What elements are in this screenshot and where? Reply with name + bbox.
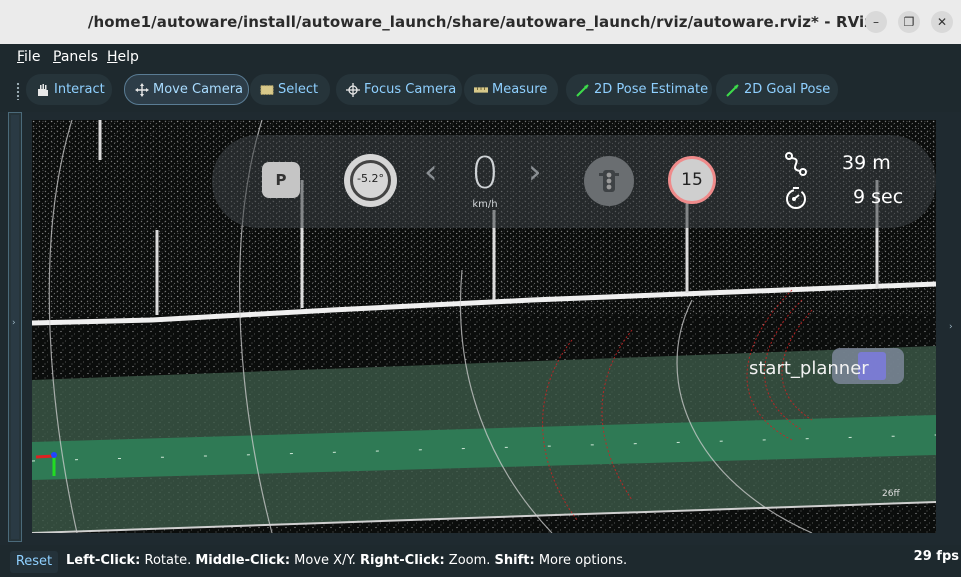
help-shift-text: More options.: [534, 553, 628, 568]
goal-arrow-icon: [726, 83, 740, 97]
steering-indicator: -5.2°: [344, 154, 397, 207]
menu-file-rest: ile: [24, 49, 41, 65]
route-distance-icon: [783, 151, 809, 177]
expand-left-icon: ›: [12, 318, 16, 328]
menu-panels[interactable]: Panels: [53, 49, 98, 65]
minimize-button[interactable]: –: [865, 11, 887, 33]
help-middle-click-text: Move X/Y.: [290, 553, 361, 568]
tool-measure[interactable]: Measure: [464, 74, 558, 105]
tool-2d-pose-estimate-label: 2D Pose Estimate: [594, 82, 709, 97]
menu-panels-accel: P: [53, 49, 61, 65]
remaining-time: 9 sec: [853, 186, 904, 208]
turn-left-icon: ‹: [424, 152, 438, 192]
menu-file-accel: F: [17, 49, 25, 65]
tool-bar: Interact Move Camera Select Focus Camera…: [0, 70, 961, 112]
close-button[interactable]: ✕: [931, 11, 953, 33]
tool-focus-camera[interactable]: Focus Camera: [336, 74, 462, 105]
help-middle-click-key: Middle-Click:: [195, 553, 291, 568]
reset-button[interactable]: Reset: [10, 551, 58, 573]
menu-help-rest: elp: [117, 49, 139, 65]
tool-move-camera-label: Move Camera: [153, 82, 244, 97]
status-bar: Reset Left-Click: Rotate. Middle-Click: …: [0, 545, 961, 577]
speed-unit: km/h: [472, 199, 498, 210]
help-left-click-text: Rotate.: [140, 553, 196, 568]
steering-angle: -5.2°: [357, 172, 384, 185]
maximize-button[interactable]: ❐: [898, 11, 920, 33]
left-dock-handle[interactable]: ›: [8, 112, 22, 542]
scene-small-label: 26ff: [882, 489, 900, 499]
expand-right-icon[interactable]: ›: [949, 322, 953, 332]
fps-counter: 29 fps: [913, 549, 959, 564]
traffic-light-icon: [584, 156, 634, 206]
menu-help[interactable]: Help: [107, 49, 139, 65]
tool-focus-camera-label: Focus Camera: [364, 82, 457, 97]
help-right-click-key: Right-Click:: [360, 553, 445, 568]
gear-indicator: P: [262, 162, 300, 198]
window-titlebar: /home1/autoware/install/autoware_launch/…: [0, 0, 961, 44]
help-left-click-key: Left-Click:: [66, 553, 141, 568]
menu-panels-rest: anels: [60, 49, 99, 65]
ruler-icon: [474, 83, 488, 97]
focus-camera-icon: [346, 82, 360, 97]
speed-limit-sign: 15: [668, 156, 716, 204]
remaining-time-icon: [783, 185, 809, 211]
tool-select[interactable]: Select: [250, 74, 330, 105]
tool-measure-label: Measure: [492, 82, 548, 97]
select-icon: [260, 83, 274, 97]
tool-move-camera[interactable]: Move Camera: [124, 74, 249, 105]
hud-panel: [212, 135, 936, 228]
menu-help-accel: H: [107, 49, 118, 65]
help-text: Left-Click: Rotate. Middle-Click: Move X…: [66, 553, 627, 568]
pose-arrow-icon: [576, 83, 590, 97]
hand-icon: [36, 83, 50, 97]
menu-bar: File Panels Help: [0, 44, 961, 70]
tool-2d-goal-pose[interactable]: 2D Goal Pose: [716, 74, 838, 105]
toolbar-grip-handle[interactable]: [16, 82, 20, 100]
tool-2d-goal-pose-label: 2D Goal Pose: [744, 82, 831, 97]
planner-label: start_planner: [749, 358, 869, 379]
remaining-distance: 39 m: [842, 152, 891, 174]
help-shift-key: Shift:: [494, 553, 535, 568]
move-camera-icon: [135, 82, 149, 97]
tool-select-label: Select: [278, 82, 319, 97]
window-title: /home1/autoware/install/autoware_launch/…: [87, 13, 874, 31]
speed-value: 0: [471, 148, 499, 199]
tool-interact[interactable]: Interact: [26, 74, 112, 105]
tool-2d-pose-estimate[interactable]: 2D Pose Estimate: [566, 74, 712, 105]
menu-file[interactable]: File: [17, 49, 40, 65]
help-right-click-text: Zoom.: [444, 553, 495, 568]
turn-right-icon: ›: [528, 152, 542, 192]
tool-interact-label: Interact: [54, 82, 105, 97]
